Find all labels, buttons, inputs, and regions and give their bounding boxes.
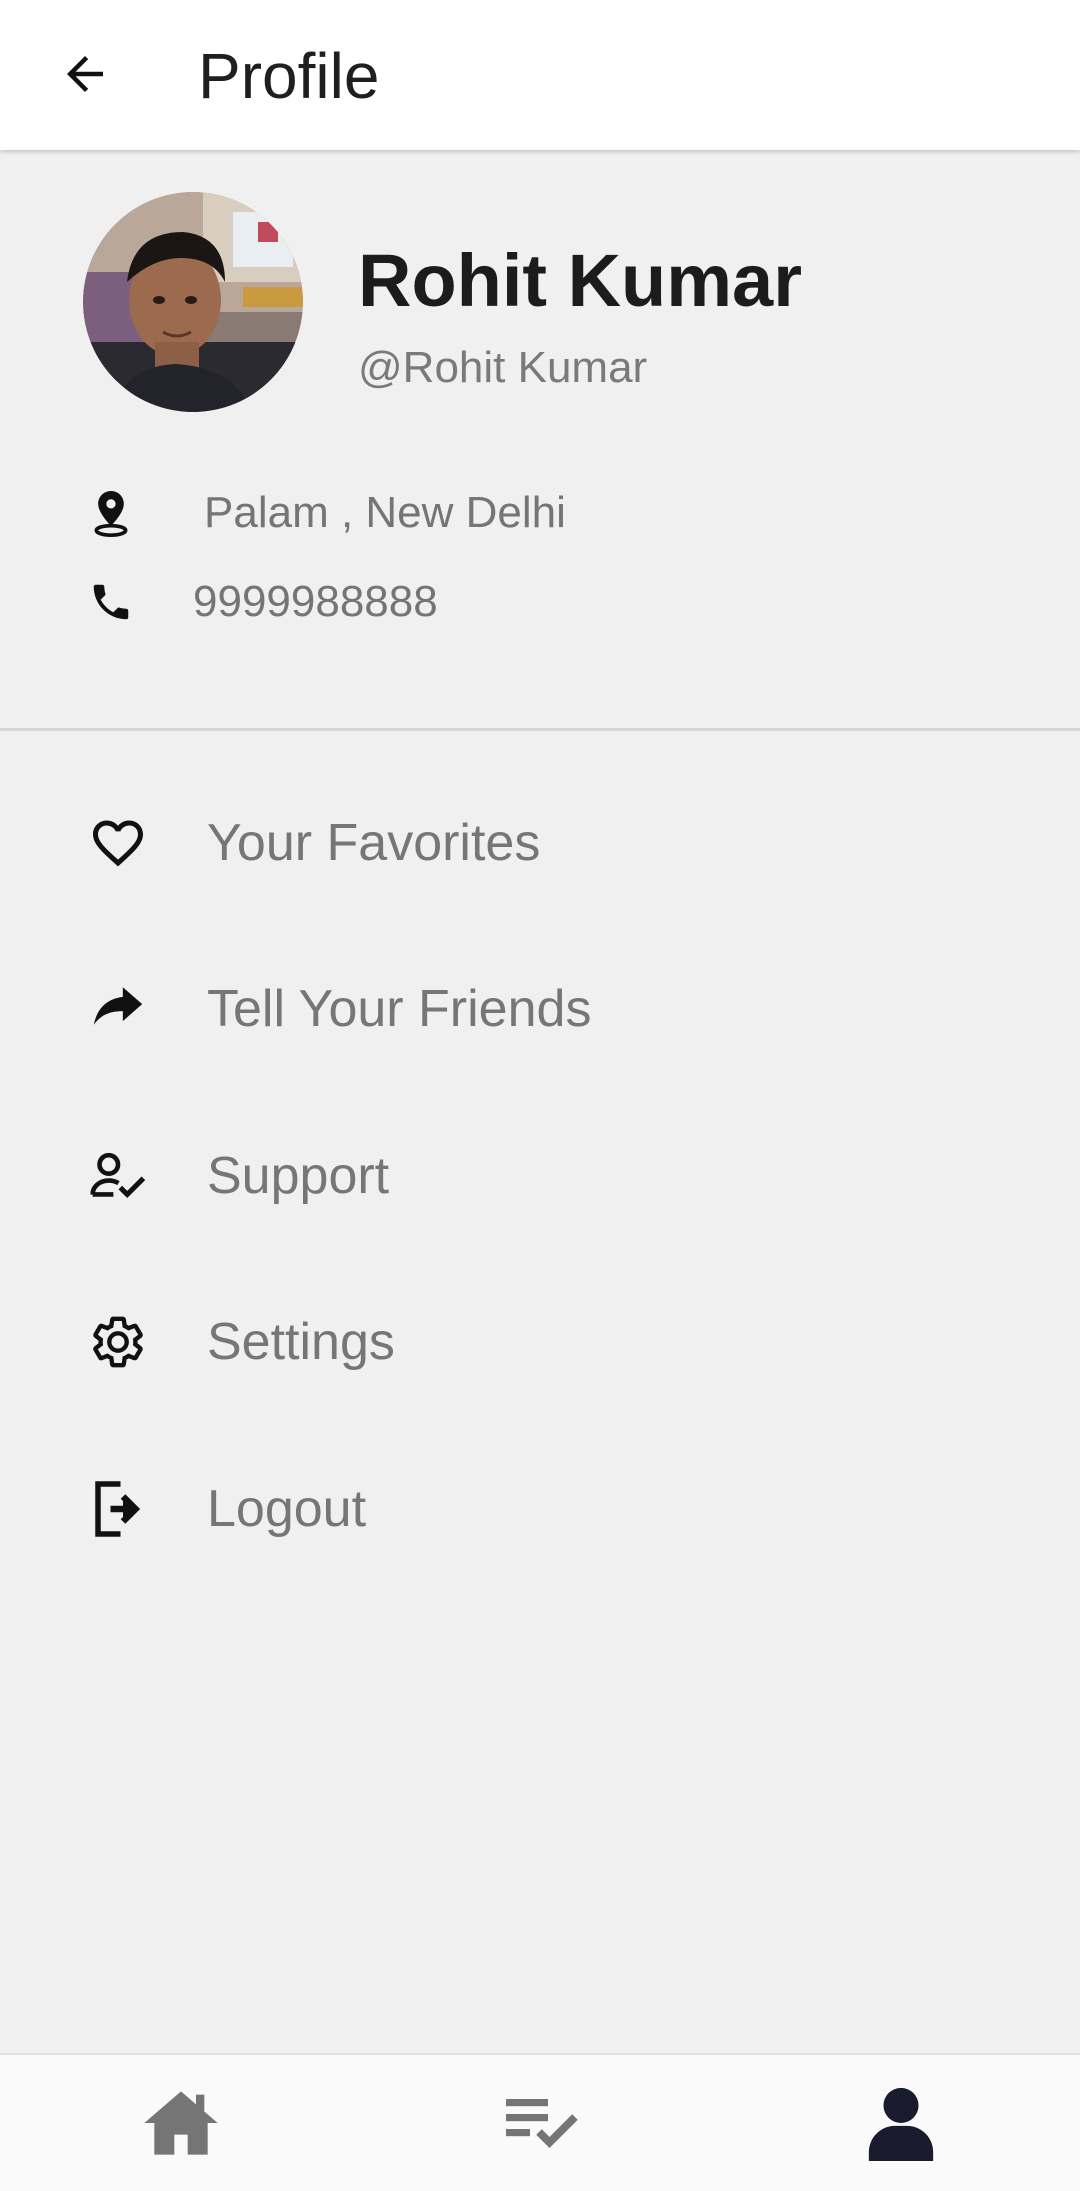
nav-list[interactable] [492, 2073, 592, 2173]
logout-icon [86, 1477, 150, 1541]
menu-item-tell-friends[interactable]: Tell Your Friends [0, 949, 1080, 1069]
page-title: Profile [198, 40, 380, 112]
menu-item-logout[interactable]: Logout [0, 1449, 1080, 1569]
menu-item-settings[interactable]: Settings [0, 1282, 1080, 1402]
menu-label: Logout [207, 1480, 367, 1538]
list-check-icon [506, 2099, 578, 2149]
phone-icon [86, 574, 136, 630]
location-text: Palam , New Delhi [204, 488, 566, 537]
person-icon [868, 2087, 934, 2161]
nav-home[interactable] [131, 2073, 231, 2173]
phone-text: 9999988888 [193, 577, 438, 626]
gear-icon [86, 1310, 150, 1374]
menu-label: Support [207, 1147, 390, 1205]
nav-profile[interactable] [851, 2073, 951, 2173]
user-check-icon [86, 1144, 150, 1208]
menu-item-favorites[interactable]: Your Favorites [0, 783, 1080, 903]
map-pin-icon [86, 485, 136, 541]
heart-icon [86, 811, 150, 875]
menu-item-support[interactable]: Support [0, 1116, 1080, 1236]
menu-label: Tell Your Friends [207, 980, 592, 1038]
avatar[interactable] [83, 192, 303, 412]
back-button[interactable] [52, 41, 118, 107]
menu-label: Your Favorites [207, 814, 541, 872]
divider [0, 728, 1080, 731]
user-handle: @Rohit Kumar [358, 343, 648, 392]
arrow-left-icon [67, 56, 103, 92]
location-row: Palam , New Delhi [86, 483, 566, 543]
share-icon [86, 977, 150, 1041]
home-icon [144, 2091, 218, 2155]
user-name: Rohit Kumar [358, 239, 802, 322]
app-bar: Profile [0, 0, 1080, 150]
user-photo [83, 192, 303, 412]
bottom-nav [0, 2053, 1080, 2191]
menu-label: Settings [207, 1313, 395, 1371]
phone-row: 9999988888 [86, 572, 438, 632]
